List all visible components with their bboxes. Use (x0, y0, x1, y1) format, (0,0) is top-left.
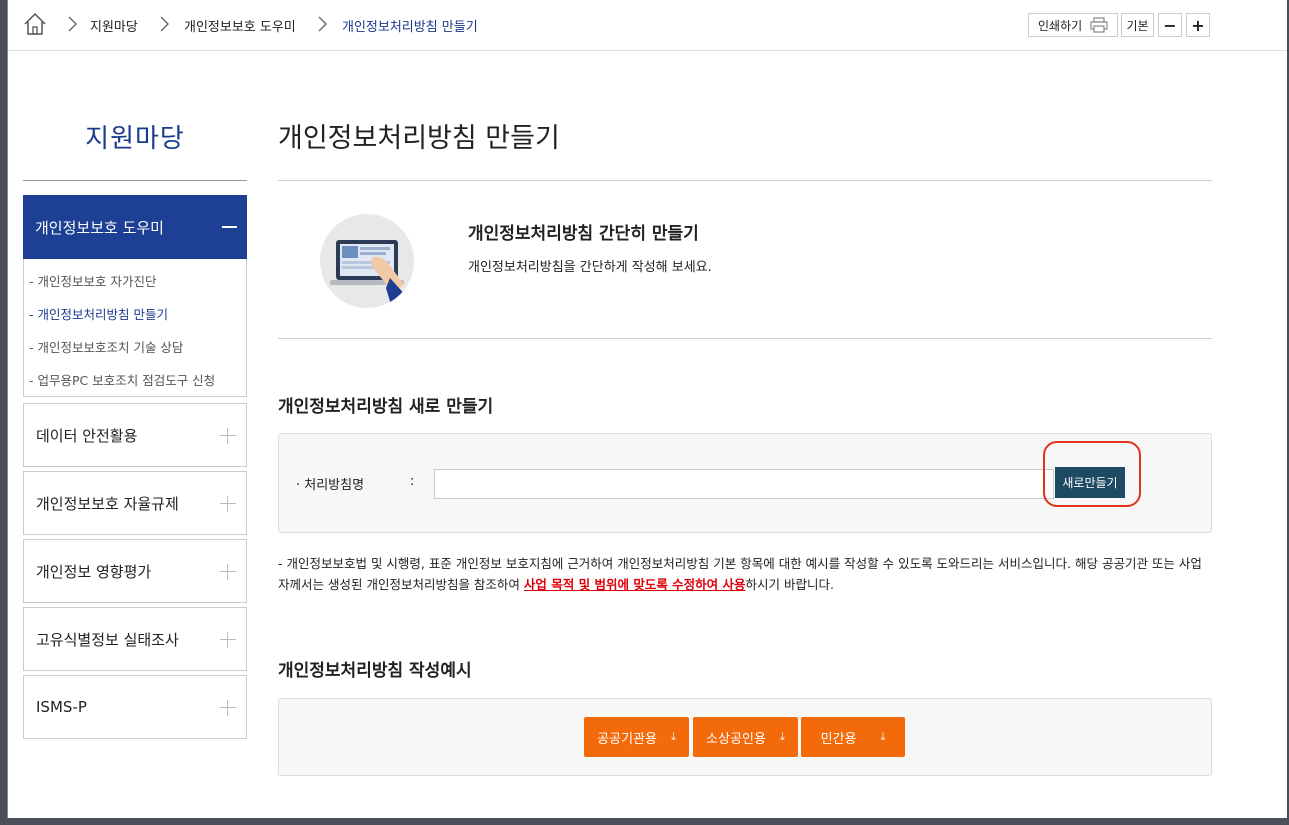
laptop-illustration (320, 214, 414, 308)
sidebar-title: 지원마당 (85, 124, 185, 154)
sidebar-item-unique-id-survey[interactable]: 고유식별정보 실태조사 (23, 607, 247, 671)
download-private-button[interactable]: 민간용 ⤓ (801, 717, 905, 757)
highlight-annotation (1043, 441, 1141, 507)
page-title: 개인정보처리방침 만들기 (278, 123, 560, 154)
sidebar-item-data-safety[interactable]: 데이터 안전활용 (23, 403, 247, 467)
sidebar-item-label: 개인정보보호 도우미 (35, 218, 164, 237)
divider (278, 338, 1212, 339)
chevron-right-icon (318, 16, 327, 32)
chevron-right-icon (160, 16, 169, 32)
print-button[interactable]: 인쇄하기 (1028, 13, 1118, 37)
download-icon: ⤓ (670, 730, 676, 743)
sidebar-item-label: 고유식별정보 실태조사 (36, 630, 179, 649)
download-icon: ⤓ (880, 730, 886, 743)
sidebar-item-label: 개인정보 영향평가 (36, 562, 152, 581)
submenu-item-policy-maker[interactable]: - 개인정보처리방침 만들기 (29, 304, 168, 323)
intro-title: 개인정보처리방침 간단히 만들기 (468, 224, 699, 244)
zoom-out-button[interactable]: − (1158, 13, 1182, 37)
expand-icon (220, 632, 236, 648)
expand-icon (220, 428, 236, 444)
zoom-in-button[interactable]: + (1186, 13, 1210, 37)
notice-highlight: 사업 목적 및 범위에 맞도록 수정하여 사용 (523, 577, 746, 592)
download-label: 소상공인용 (706, 730, 766, 746)
breadcrumb-item-support[interactable]: 지원마당 (90, 16, 138, 35)
divider (278, 180, 1212, 181)
collapse-icon (222, 226, 237, 228)
notice-part-2: 하시기 바랍니다. (745, 577, 834, 592)
expand-icon (220, 700, 236, 716)
download-label: 민간용 (820, 730, 857, 746)
divider (23, 180, 247, 181)
intro-subtitle: 개인정보처리방침을 간단하게 작성해 보세요. (468, 260, 712, 275)
section-title-examples: 개인정보처리방침 작성예시 (278, 661, 472, 681)
sidebar-item-label: 개인정보보호 자율규제 (36, 494, 179, 513)
submenu-item-self-diagnosis[interactable]: - 개인정보보호 자가진단 (29, 271, 156, 290)
breadcrumb-bar: 지원마당 개인정보보호 도우미 개인정보처리방침 만들기 인쇄하기 기본 − + (8, 0, 1287, 51)
policy-name-input[interactable] (434, 469, 1054, 499)
zoom-default-button[interactable]: 기본 (1121, 13, 1154, 37)
sidebar-item-impact-assessment[interactable]: 개인정보 영향평가 (23, 539, 247, 603)
sidebar-item-label: ISMS-P (36, 698, 87, 716)
home-icon[interactable] (22, 11, 48, 37)
section-title-new: 개인정보처리방침 새로 만들기 (278, 397, 494, 417)
print-label: 인쇄하기 (1038, 18, 1083, 33)
sidebar-item-privacy-helper[interactable]: 개인정보보호 도우미 (23, 195, 247, 259)
sidebar-submenu: - 개인정보보호 자가진단 - 개인정보처리방침 만들기 - 개인정보보호조치 … (23, 259, 247, 397)
download-label: 공공기관용 (597, 730, 657, 746)
download-icon: ⤓ (779, 730, 785, 743)
chevron-right-icon (68, 16, 77, 32)
colon-separator: : (410, 474, 415, 489)
notice-text: - 개인정보보호법 및 시행령, 표준 개인정보 보호지침에 근거하여 개인정보… (278, 553, 1208, 595)
download-smallbiz-button[interactable]: 소상공인용 ⤓ (693, 717, 798, 757)
browser-frame: 지원마당 개인정보보호 도우미 개인정보처리방침 만들기 인쇄하기 기본 − +… (7, 0, 1287, 818)
download-public-button[interactable]: 공공기관용 ⤓ (584, 717, 689, 757)
submenu-item-pc-check[interactable]: - 업무용PC 보호조치 점검도구 신청 (29, 370, 215, 389)
expand-icon (220, 564, 236, 580)
sidebar-item-isms-p[interactable]: ISMS-P (23, 675, 247, 739)
printer-icon (1090, 17, 1108, 33)
breadcrumb-item-helper[interactable]: 개인정보보호 도우미 (184, 16, 296, 35)
sidebar-item-self-regulation[interactable]: 개인정보보호 자율규제 (23, 471, 247, 535)
breadcrumb-item-current[interactable]: 개인정보처리방침 만들기 (342, 16, 478, 35)
policy-name-label: · 처리방침명 (296, 478, 365, 493)
expand-icon (220, 496, 236, 512)
submenu-item-tech-consult[interactable]: - 개인정보보호조치 기술 상담 (29, 337, 183, 356)
sidebar-item-label: 데이터 안전활용 (36, 426, 138, 445)
